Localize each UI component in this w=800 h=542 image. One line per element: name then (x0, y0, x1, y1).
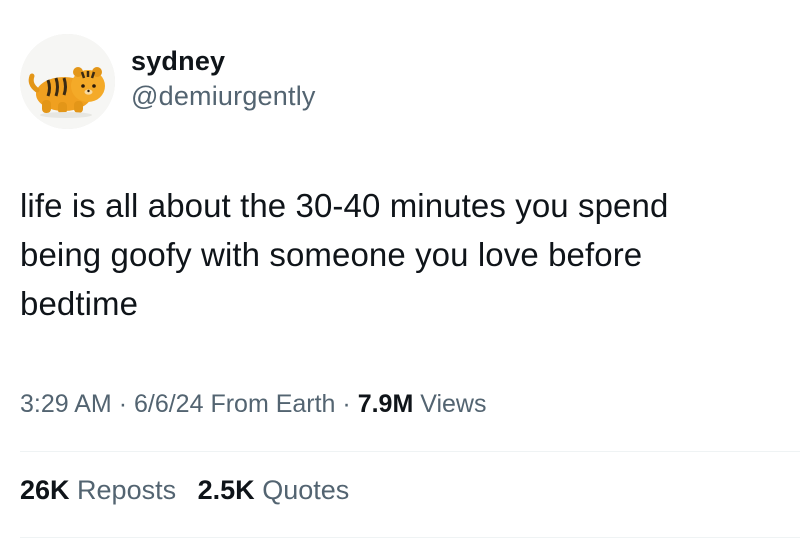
tweet-date[interactable]: 6/6/24 (134, 390, 204, 418)
tweet-text-line: being goofy with someone you love before (20, 236, 643, 273)
tweet-stats: 26K Reposts 2.5K Quotes (20, 475, 349, 506)
author-handle[interactable]: @demiurgently (131, 78, 316, 114)
meta-separator: · (118, 390, 128, 418)
meta-separator: · (342, 390, 351, 418)
author-display-name[interactable]: sydney (131, 44, 316, 78)
divider (20, 537, 800, 538)
tweet-header: sydney @demiurgently (20, 34, 316, 129)
tweet-source: From Earth (210, 390, 336, 418)
tweet-text-line: bedtime (20, 285, 139, 322)
tiger-plush-icon (20, 34, 115, 129)
divider (20, 451, 800, 452)
reposts-stat[interactable]: 26K Reposts (20, 475, 176, 506)
reposts-count: 26K (20, 475, 70, 505)
quotes-label: Quotes (262, 475, 350, 505)
tweet-meta: 3:29 AM · 6/6/24 From Earth · 7.9M Views (20, 390, 487, 419)
author-names: sydney @demiurgently (131, 44, 316, 114)
tweet-time[interactable]: 3:29 AM (20, 390, 112, 418)
tweet-text: life is all about the 30-40 minutes you … (20, 181, 780, 328)
tweet-detail: sydney @demiurgently life is all about t… (0, 0, 800, 542)
tweet-text-line: life is all about the 30-40 minutes you … (20, 187, 669, 224)
quotes-count: 2.5K (197, 475, 255, 505)
views-label[interactable]: Views (420, 390, 486, 418)
avatar[interactable] (20, 34, 115, 129)
reposts-label: Reposts (77, 475, 177, 505)
quotes-stat[interactable]: 2.5K Quotes (198, 475, 350, 506)
views-count[interactable]: 7.9M (358, 390, 414, 418)
